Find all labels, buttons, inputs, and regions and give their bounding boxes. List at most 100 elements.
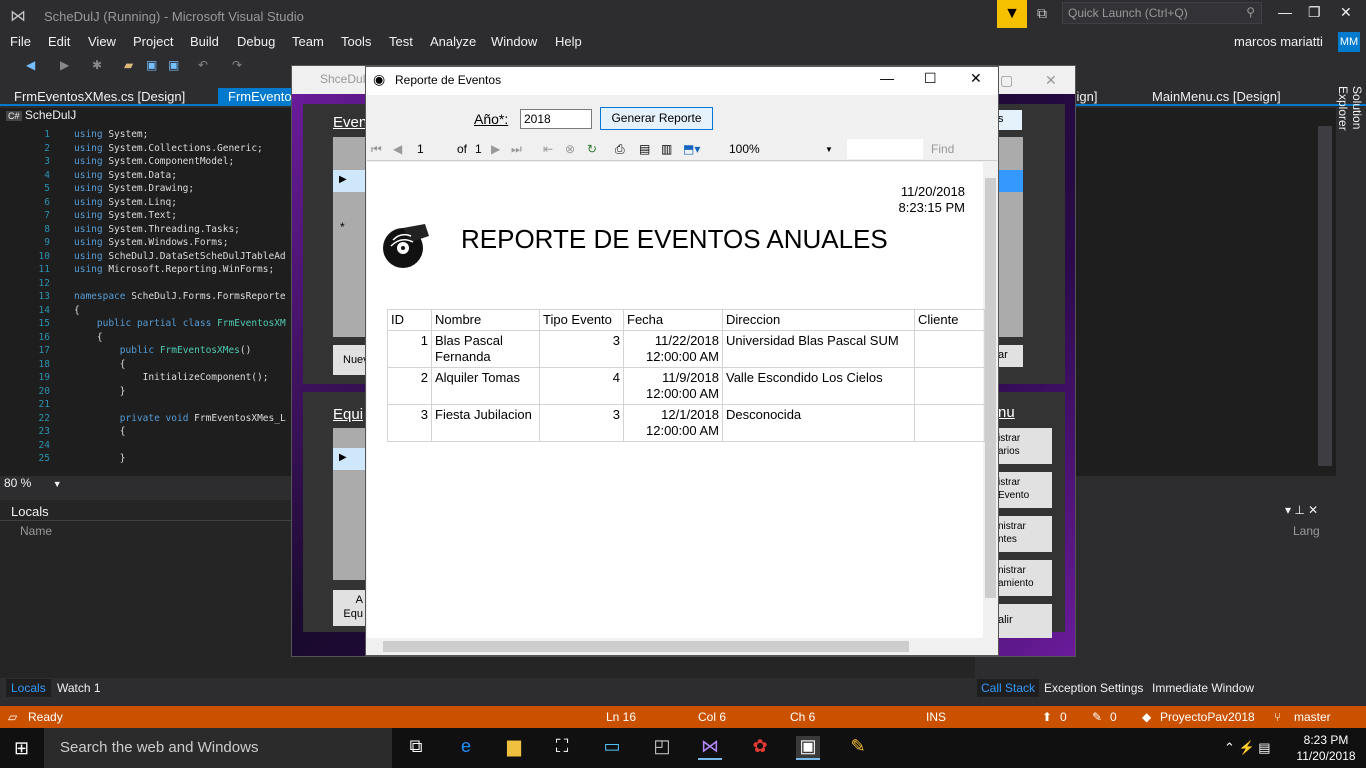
bg-maximize-icon[interactable]: ▢ [1000, 72, 1013, 89]
code-lines[interactable]: 1 using System; 2 using System.Collections.… [20, 128, 310, 466]
code-line[interactable]: 15 public partial class FrmEventosXM [20, 317, 310, 331]
forward-icon[interactable]: ▶ [60, 58, 76, 72]
quick-launch-input[interactable]: Quick Launch (Ctrl+Q) ⚲ [1062, 2, 1262, 24]
notification-filter-icon[interactable]: ▼ [997, 0, 1027, 28]
find-button[interactable]: Find [931, 142, 954, 156]
bg-close-icon[interactable]: ✕ [1045, 72, 1057, 89]
app-icon[interactable]: ✿ [748, 736, 772, 760]
store-icon[interactable]: ⛶ [550, 736, 574, 760]
admin-event-button[interactable]: istrar Evento [998, 472, 1052, 508]
find-input[interactable] [847, 139, 923, 159]
page-number-input[interactable]: 1 [417, 142, 424, 156]
redo-icon[interactable]: ↷ [232, 58, 248, 72]
feedback-icon[interactable]: ⧉ [1037, 5, 1047, 22]
page-setup-icon[interactable]: ▥ [661, 142, 672, 156]
generate-report-button[interactable]: Generar Reporte [600, 107, 713, 130]
first-page-icon[interactable]: ⏮ [371, 142, 382, 157]
dialog-close-icon[interactable]: ✕ [970, 70, 982, 87]
pin-icon[interactable]: ▾ ⊥ ✕ [1285, 503, 1318, 517]
clock[interactable]: 8:23 PM 11/20/2018 [1294, 732, 1358, 764]
solution-explorer-tab[interactable]: Solution Explorer [1336, 86, 1364, 176]
prev-page-icon[interactable]: ◀ [393, 142, 402, 156]
new-event-button[interactable]: Nuev [333, 345, 365, 375]
menu-project[interactable]: Project [133, 34, 173, 49]
tab-mainmenu-design[interactable]: MainMenu.cs [Design] [1142, 88, 1291, 106]
file-explorer-icon[interactable]: ▆ [502, 736, 526, 760]
code-line[interactable]: 10 using ScheDulJ.DataSetScheDulJTableAd [20, 250, 310, 264]
menu-help[interactable]: Help [555, 34, 582, 49]
dialog-maximize-icon[interactable]: ☐ [924, 70, 937, 87]
next-page-icon[interactable]: ▶ [491, 142, 500, 156]
equipment-add-button[interactable]: A Equ [333, 590, 365, 626]
maximize-icon[interactable]: ❐ [1308, 4, 1321, 21]
code-line[interactable]: 8 using System.Threading.Tasks; [20, 223, 310, 237]
monitor-icon[interactable]: ◰ [650, 736, 674, 760]
code-line[interactable]: 24 [20, 439, 310, 453]
code-line[interactable]: 11 using Microsoft.Reporting.WinForms; [20, 263, 310, 277]
anio-input[interactable]: 2018 [520, 109, 592, 129]
tab-frmeventosxmes-code[interactable]: FrmEventosX [218, 88, 292, 106]
status-branch[interactable]: master [1294, 710, 1331, 724]
hscroll-thumb[interactable] [383, 641, 909, 652]
code-line[interactable]: 12 [20, 277, 310, 291]
menu-team[interactable]: Team [292, 34, 324, 49]
taskbar-search[interactable]: Search the web and Windows [44, 728, 392, 768]
edge-icon[interactable]: e [454, 736, 478, 760]
admin-users-button[interactable]: istrar arios [998, 428, 1052, 464]
tray-icons[interactable]: ⌃ ⚡ ▤ [1224, 740, 1271, 756]
menu-debug[interactable]: Debug [237, 34, 275, 49]
tab-locals[interactable]: Locals [6, 679, 51, 697]
undo-icon[interactable]: ↶ [198, 58, 214, 72]
export-icon[interactable]: ⬒▾ [683, 142, 700, 156]
user-name[interactable]: marcos mariatti [1234, 34, 1323, 49]
menu-view[interactable]: View [88, 34, 116, 49]
tab-frmeventosxmes-design[interactable]: FrmEventosXMes.cs [Design] [4, 88, 195, 106]
back-icon[interactable]: ◀ [26, 58, 42, 72]
bg-right-button[interactable]: s [998, 110, 1022, 130]
task-view-icon[interactable]: ⧉ [404, 736, 428, 760]
admin-clients-button[interactable]: nistrar ntes [998, 516, 1052, 552]
zoom-selector[interactable]: 80 % ▼ [4, 476, 68, 492]
code-line[interactable]: 18 { [20, 358, 310, 372]
menu-tools[interactable]: Tools [341, 34, 371, 49]
new-project-icon[interactable]: ✱ [92, 58, 108, 72]
menu-edit[interactable]: Edit [48, 34, 70, 49]
code-line[interactable]: 13 namespace ScheDulJ.Forms.FormsReporte [20, 290, 310, 304]
zoom-dropdown[interactable]: 100% [729, 142, 760, 156]
close-icon[interactable]: ✕ [1340, 4, 1352, 21]
tab-watch[interactable]: Watch 1 [57, 681, 101, 695]
minimize-icon[interactable]: — [1278, 4, 1292, 20]
dialog-minimize-icon[interactable]: — [880, 70, 894, 86]
report-horizontal-scrollbar[interactable] [367, 638, 983, 654]
tab-call-stack[interactable]: Call Stack [977, 679, 1040, 697]
print-icon[interactable]: ⎙ [615, 142, 625, 157]
code-line[interactable]: 16 { [20, 331, 310, 345]
report-vertical-scrollbar[interactable] [983, 162, 998, 638]
exit-button[interactable]: alir [998, 604, 1052, 638]
code-line[interactable]: 6 using System.Linq; [20, 196, 310, 210]
code-line[interactable]: 9 using System.Windows.Forms; [20, 236, 310, 250]
save-all-icon[interactable]: ▣ [168, 58, 184, 72]
last-page-icon[interactable]: ⏭ [511, 142, 522, 157]
admin-equipment-button[interactable]: nistrar amiento [998, 560, 1052, 596]
code-line[interactable]: 19 InitializeComponent(); [20, 371, 310, 385]
save-icon[interactable]: ▣ [146, 58, 162, 72]
menu-analyze[interactable]: Analyze [430, 34, 476, 49]
status-up-count[interactable]: 0 [1060, 710, 1067, 724]
visual-studio-icon[interactable]: ⋈ [698, 736, 722, 760]
windows-start-icon[interactable]: ⊞ [14, 738, 29, 759]
running-app-icon[interactable]: ▣ [796, 736, 820, 760]
code-line[interactable]: 22 private void FrmEventosXMes_L [20, 412, 310, 426]
project-navbar[interactable]: C# ScheDulJ [6, 108, 306, 124]
code-line[interactable]: 4 using System.Data; [20, 169, 310, 183]
code-line[interactable]: 25 } [20, 452, 310, 466]
remote-desktop-icon[interactable]: ▭ [600, 736, 624, 760]
print-layout-icon[interactable]: ▤ [639, 142, 650, 156]
events-grid[interactable] [333, 137, 365, 337]
code-line[interactable]: 2 using System.Collections.Generic; [20, 142, 310, 156]
code-line[interactable]: 14 { [20, 304, 310, 318]
menu-window[interactable]: Window [491, 34, 537, 49]
open-icon[interactable]: ▰ [124, 58, 140, 72]
menu-file[interactable]: File [10, 34, 31, 49]
back-report-icon[interactable]: ⇤ [543, 142, 553, 156]
